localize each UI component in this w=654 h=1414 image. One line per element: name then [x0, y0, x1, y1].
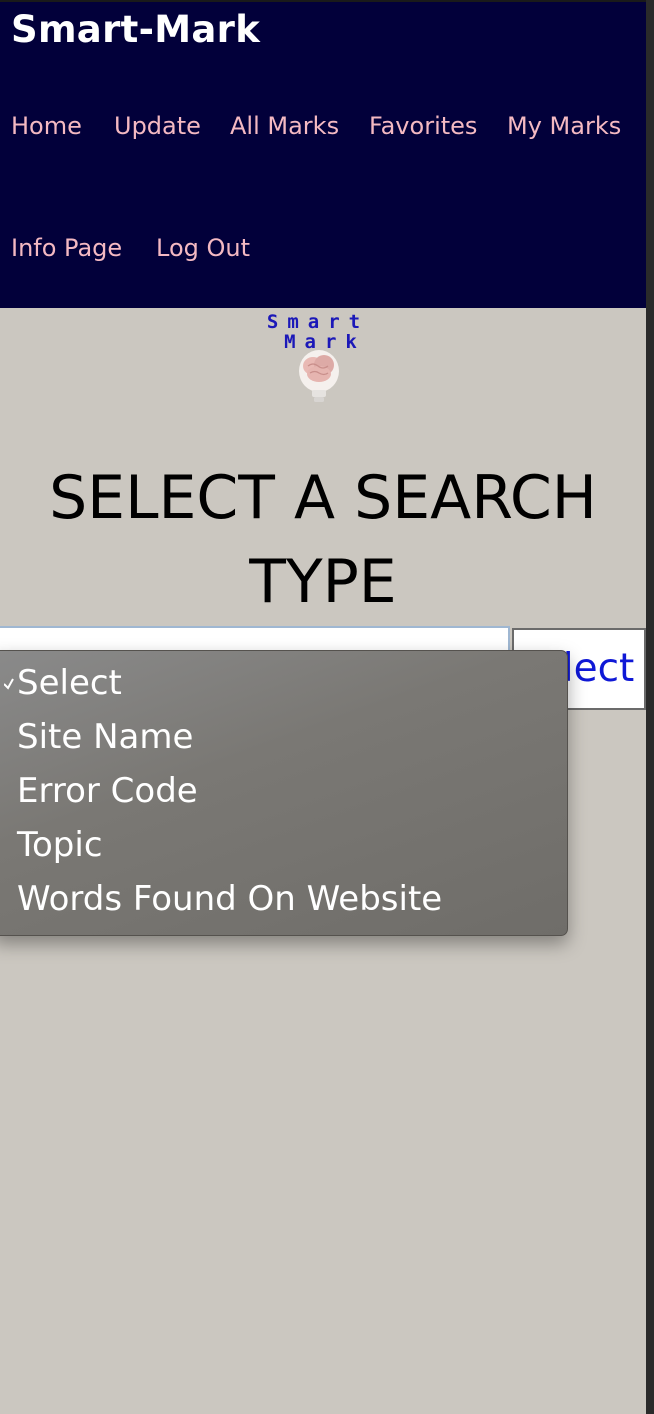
- nav-info-page-link[interactable]: Info Page: [11, 234, 122, 262]
- browser-viewport: Smart-Mark Home Update All Marks Favorit…: [0, 0, 646, 1414]
- nav-my-marks-link[interactable]: My Marks: [507, 112, 621, 140]
- dropdown-option-error-code[interactable]: Error Code: [17, 771, 198, 811]
- page-title: SELECT A SEARCH TYPE: [0, 456, 646, 624]
- page-title-line2: TYPE: [249, 547, 397, 617]
- nav-home-link[interactable]: Home: [11, 112, 82, 140]
- smart-mark-logo: Smart Mark: [256, 312, 380, 408]
- brain-lightbulb-icon: [299, 350, 339, 402]
- dropdown-option-site-name[interactable]: Site Name: [17, 717, 193, 757]
- checkmark-icon: [4, 678, 14, 690]
- page-title-line1: SELECT A SEARCH: [49, 463, 597, 533]
- nav-all-marks-link[interactable]: All Marks: [230, 112, 339, 140]
- dropdown-option-topic[interactable]: Topic: [17, 825, 103, 865]
- dropdown-option-words-found-on-website[interactable]: Words Found On Website: [17, 879, 442, 919]
- window-right-edge: [646, 0, 654, 1414]
- nav-favorites-link[interactable]: Favorites: [369, 112, 477, 140]
- nav-update-link[interactable]: Update: [114, 112, 201, 140]
- dropdown-option-select[interactable]: Select: [17, 663, 122, 703]
- brand-title: Smart-Mark: [11, 8, 261, 51]
- site-header: Smart-Mark Home Update All Marks Favorit…: [0, 0, 646, 308]
- search-type-dropdown-menu: Select Site Name Error Code Topic Words …: [0, 650, 568, 936]
- nav-log-out-link[interactable]: Log Out: [156, 234, 250, 262]
